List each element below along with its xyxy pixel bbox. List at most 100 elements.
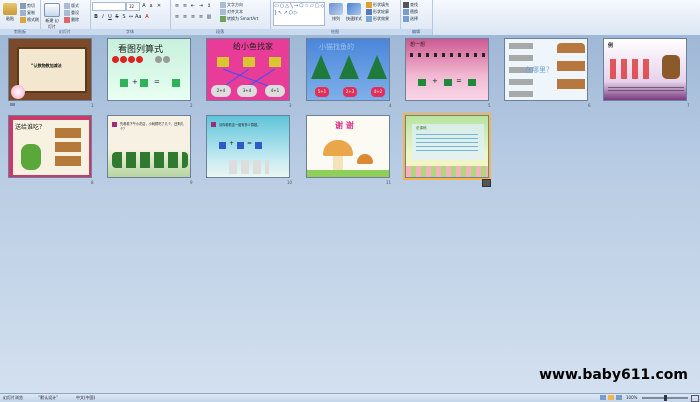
slide-thumbnail-3[interactable]: 给小鱼找家 2+4 3+4 4+1 bbox=[206, 38, 290, 101]
quick-styles-label: 快速样式 bbox=[346, 16, 362, 21]
slide-4-title: 小猫找鱼的 bbox=[319, 43, 354, 51]
align-left-icon[interactable]: ≡ bbox=[173, 13, 181, 21]
shape-outline-button[interactable]: 形状轮廓 bbox=[366, 9, 389, 15]
slide-thumbnail-10[interactable]: 请你看看这一组有多少算题。 + = bbox=[206, 115, 290, 178]
clipboard-group: 粘贴 剪切 复制 格式刷 剪贴板 bbox=[0, 0, 41, 35]
slide-number-6: 6 bbox=[588, 103, 591, 108]
paste-label: 粘贴 bbox=[6, 16, 14, 21]
slide-thumbnail-4[interactable]: 小猫找鱼的 5+1 2+3 4+2 bbox=[306, 38, 390, 101]
slide-thumbnail-11[interactable]: 谢 谢 bbox=[306, 115, 390, 178]
shrink-font-icon[interactable]: a bbox=[147, 2, 155, 10]
font-name-box[interactable] bbox=[92, 2, 126, 11]
quick-styles-button[interactable]: 快速样式 bbox=[346, 3, 362, 27]
flowers bbox=[406, 166, 488, 177]
slide-number-2: 2 bbox=[190, 103, 193, 108]
hedgehog-row bbox=[112, 152, 188, 168]
slide-number-7: 7 bbox=[687, 103, 690, 108]
shape-effects-button[interactable]: 形状效果 bbox=[366, 16, 389, 22]
delete-label: 删除 bbox=[71, 17, 79, 22]
slide-thumbnail-7[interactable]: 例 bbox=[603, 38, 687, 101]
slide-thumbnail-6[interactable]: 在哪里？ bbox=[504, 38, 588, 101]
text-direction-button[interactable]: 文字方向 bbox=[220, 2, 243, 8]
slides-group: 新建 幻灯片 版式 重设 删除 幻灯片 bbox=[40, 0, 91, 35]
binoculars-icon bbox=[403, 2, 409, 8]
slide-sorter-area: “认数物数加减法 1 看图列算式 + = 2 给小鱼找家 2+4 3+4 4+1… bbox=[0, 35, 700, 393]
slide-thumbnail-1[interactable]: “认数物数加减法 bbox=[8, 38, 92, 101]
caption-text-lines bbox=[608, 87, 684, 93]
brush-icon bbox=[20, 17, 26, 23]
equals-sign: = bbox=[456, 77, 462, 85]
delete-icon bbox=[64, 17, 70, 23]
paste-button[interactable]: 粘贴 bbox=[2, 3, 18, 27]
slide-thumbnail-5[interactable]: 想一想 + = bbox=[405, 38, 489, 101]
align-right-icon[interactable]: ≡ bbox=[189, 13, 197, 21]
font-size-box[interactable]: 32 bbox=[126, 2, 140, 11]
slide-10-title: 请你看看这一组有多少算题。 bbox=[219, 123, 261, 127]
watermark: www.baby611.com bbox=[539, 367, 688, 383]
cut-button[interactable]: 剪切 bbox=[20, 3, 35, 9]
slide-thumbnail-9[interactable]: 先看看下午小花店，小刺猬吃了几个，还剩几个？ bbox=[107, 115, 191, 178]
arrange-button[interactable]: 排列 bbox=[328, 3, 344, 27]
slide-number-1: 1 bbox=[91, 103, 94, 108]
smartart-icon bbox=[220, 16, 226, 22]
delete-button[interactable]: 删除 bbox=[64, 17, 79, 23]
slide-thumbnail-8[interactable]: 送给谁吃？ bbox=[8, 115, 92, 178]
numbering-icon[interactable]: ≡ bbox=[181, 2, 189, 10]
bubble-2: 3+4 bbox=[237, 85, 257, 97]
slide-icon bbox=[482, 179, 491, 187]
grass bbox=[307, 170, 389, 177]
equation-box-2 bbox=[444, 79, 452, 86]
font-color-icon[interactable]: A bbox=[143, 13, 151, 21]
align-text-button[interactable]: 对齐文本 bbox=[220, 9, 243, 15]
align-center-icon[interactable]: ≡ bbox=[181, 13, 189, 21]
slide-thumbnail-12[interactable]: 说课稿 bbox=[403, 113, 491, 180]
quick-styles-icon bbox=[347, 3, 361, 15]
scissors-icon bbox=[20, 3, 26, 9]
mushroom-stem bbox=[333, 156, 343, 170]
view-slideshow-icon[interactable] bbox=[616, 395, 622, 400]
minus-sign: + bbox=[432, 77, 438, 85]
ant-figure bbox=[21, 144, 41, 170]
format-painter-button[interactable]: 格式刷 bbox=[20, 17, 39, 23]
view-sorter-icon[interactable] bbox=[608, 395, 614, 400]
slide-number-8: 8 bbox=[91, 180, 94, 185]
editing-group: 查找 替换 选择 编辑 bbox=[400, 0, 433, 35]
paste-icon bbox=[3, 3, 17, 15]
bullet-square bbox=[211, 122, 216, 127]
layout-button[interactable]: 版式 bbox=[64, 3, 79, 9]
smartart-button[interactable]: 转换为 SmartArt bbox=[220, 16, 258, 22]
slide-thumbnail-2[interactable]: 看图列算式 + = bbox=[107, 38, 191, 101]
font-group: 32 A a ✕ B I U S S ↔ Aa A 字体 bbox=[90, 0, 171, 35]
dog-figure bbox=[662, 55, 680, 79]
replace-button[interactable]: 替换 bbox=[403, 9, 418, 15]
indent-increase-icon[interactable]: ⇥ bbox=[197, 2, 205, 10]
justify-icon[interactable]: ≡ bbox=[197, 13, 205, 21]
reset-button[interactable]: 重设 bbox=[64, 10, 79, 16]
layout-icon bbox=[64, 3, 70, 9]
columns-icon[interactable]: ▥ bbox=[205, 13, 213, 21]
replace-icon bbox=[403, 9, 409, 15]
shape-fill-button[interactable]: 形状填充 bbox=[366, 2, 389, 8]
find-button[interactable]: 查找 bbox=[403, 2, 418, 8]
trees bbox=[311, 55, 387, 79]
view-normal-icon[interactable] bbox=[600, 395, 606, 400]
select-button[interactable]: 选择 bbox=[403, 16, 418, 22]
copy-button[interactable]: 复制 bbox=[20, 10, 35, 16]
indent-decrease-icon[interactable]: ⇤ bbox=[189, 2, 197, 10]
cut-label: 剪切 bbox=[27, 3, 35, 8]
rabbits bbox=[229, 160, 269, 174]
shapes-gallery[interactable]: ▭○△╲→⬠☆▱▢◇⌒{ }↖↗⬡▷ bbox=[273, 2, 325, 26]
bullets-icon[interactable]: ≡ bbox=[173, 2, 181, 10]
slide-number-9: 9 bbox=[190, 180, 193, 185]
case-icon[interactable]: Aa bbox=[134, 13, 142, 21]
reset-label: 重设 bbox=[71, 10, 79, 15]
slide-2-title: 看图列算式 bbox=[118, 45, 164, 55]
line-spacing-icon[interactable]: ↕ bbox=[205, 2, 213, 10]
clear-format-icon[interactable]: ✕ bbox=[155, 2, 163, 10]
shape-fill-label: 形状填充 bbox=[373, 2, 389, 7]
zoom-thumb[interactable] bbox=[664, 395, 667, 401]
new-slide-button[interactable]: 新建 幻灯片 bbox=[44, 3, 60, 29]
bubble-1: 2+4 bbox=[211, 85, 231, 97]
frame-inner bbox=[17, 47, 87, 93]
reset-icon bbox=[64, 10, 70, 16]
